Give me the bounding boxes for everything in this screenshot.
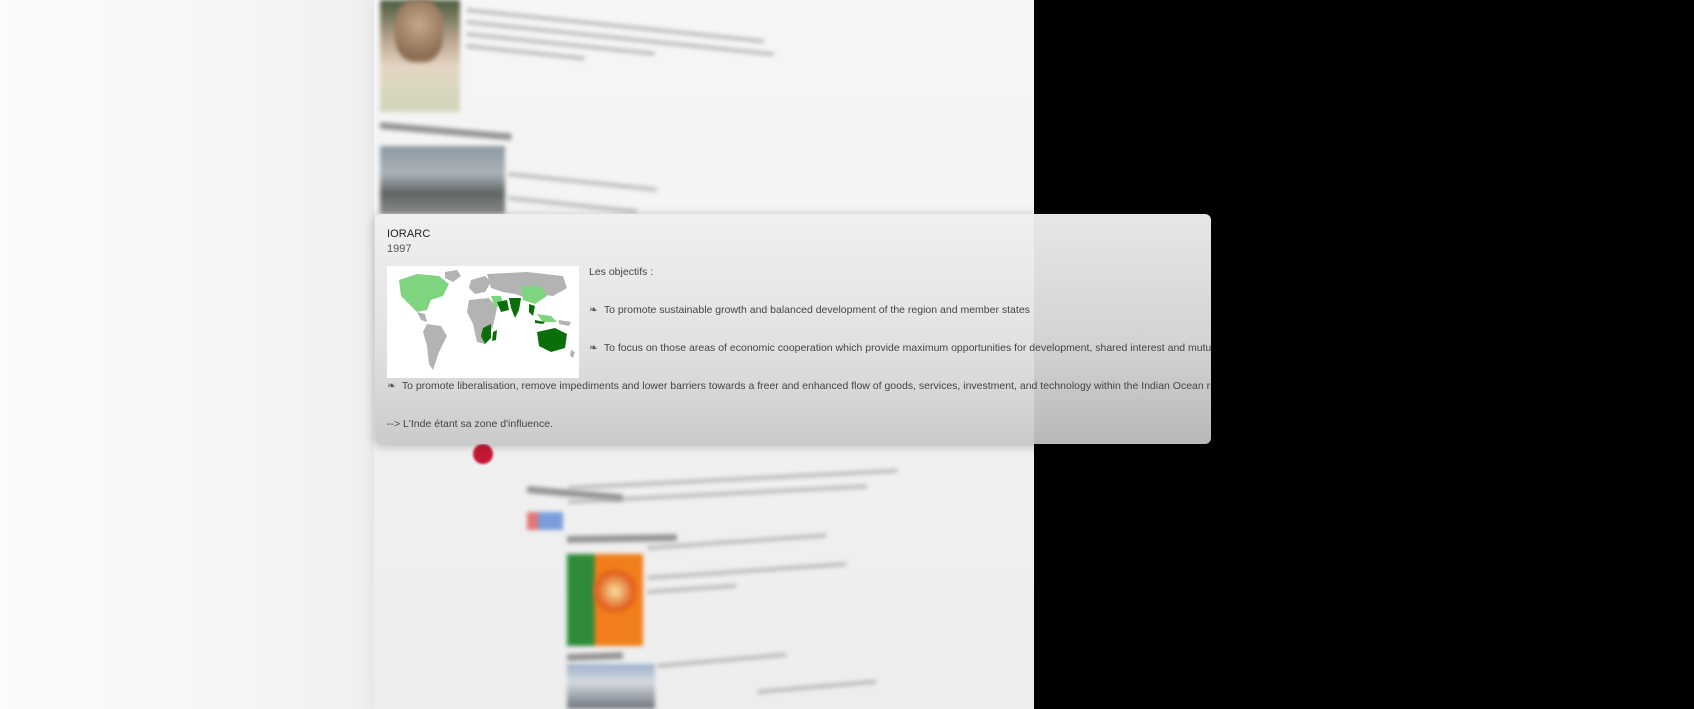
objective-text: To promote liberalisation, remove impedi… bbox=[401, 380, 1211, 392]
fleuron-bullet-icon: ❧ bbox=[589, 342, 598, 354]
event-detail-popup[interactable]: IORARC 1997 Les objectifs: ❧ To promote… bbox=[375, 214, 1211, 444]
blurred-logo bbox=[527, 512, 563, 530]
portrait-face bbox=[395, 0, 443, 62]
mountain-image bbox=[567, 664, 655, 709]
timeline-marker[interactable] bbox=[473, 444, 493, 464]
objective-item: ❧ To promote liberalisation, remove imped… bbox=[387, 380, 1211, 392]
conclusion-text: --> L'Inde étant sa zone d'influence. bbox=[387, 418, 553, 430]
landscape-image bbox=[380, 146, 505, 214]
fleuron-bullet-icon: ❧ bbox=[589, 304, 598, 316]
event-title: IORARC bbox=[387, 228, 431, 240]
objective-text: To promote sustainable growth and balanc… bbox=[603, 304, 1030, 316]
event-year: 1997 bbox=[387, 243, 412, 255]
world-map-svg bbox=[387, 266, 579, 378]
objective-item: ❧ To promote sustainable growth and balan… bbox=[589, 304, 1030, 316]
objective-text: To focus on those areas of economic coop… bbox=[603, 342, 1211, 354]
world-map-icon bbox=[387, 266, 579, 378]
lotus-emblem bbox=[594, 566, 636, 612]
fleuron-bullet-icon: ❧ bbox=[387, 380, 396, 392]
objective-item: ❧ To focus on those areas of economic coo… bbox=[589, 342, 1211, 354]
objectives-label: Les objectifs : bbox=[589, 266, 654, 278]
